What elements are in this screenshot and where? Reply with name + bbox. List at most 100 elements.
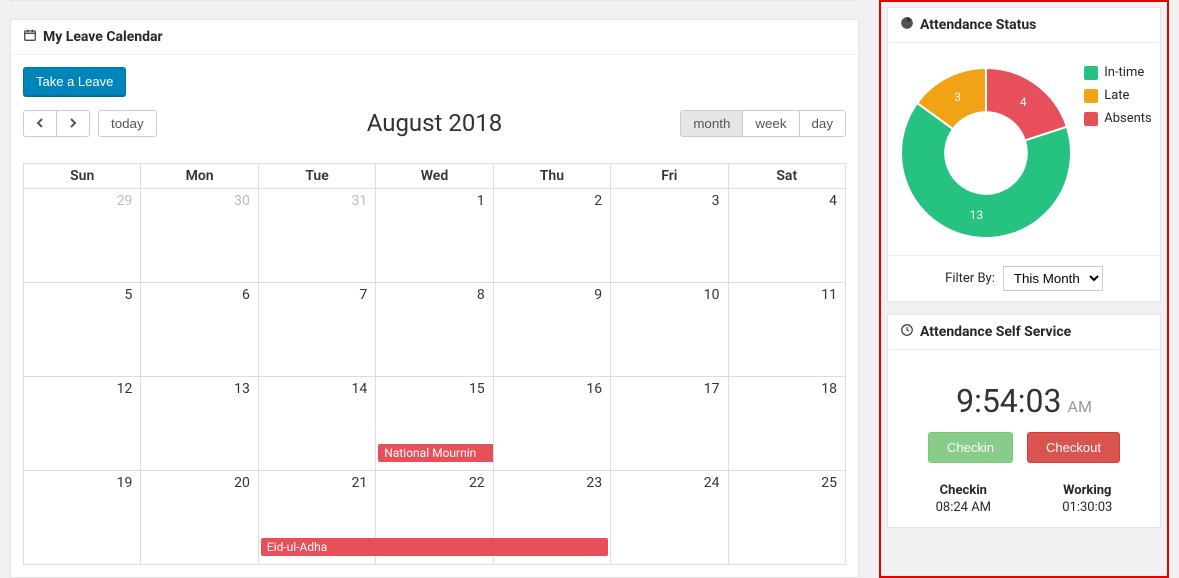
- event-eid-ul-adha[interactable]: [493, 538, 608, 556]
- calendar-icon: [23, 28, 37, 46]
- dow-header: Mon: [141, 164, 258, 189]
- legend-intime: In-time: [1084, 65, 1152, 80]
- leave-calendar-panel: My Leave Calendar Take a Leave today mon…: [10, 19, 859, 578]
- calendar-cell[interactable]: 9: [493, 283, 610, 377]
- filter-row: Filter By: This Month: [888, 255, 1160, 301]
- view-month-button[interactable]: month: [681, 111, 743, 136]
- calendar-cell[interactable]: 12: [24, 377, 141, 471]
- day-number: 18: [821, 381, 837, 397]
- self-service-header: Attendance Self Service: [888, 315, 1160, 350]
- clock-ampm: AM: [1068, 397, 1092, 416]
- day-number: 24: [704, 475, 720, 491]
- day-number: 23: [586, 475, 602, 491]
- dow-header: Fri: [611, 164, 728, 189]
- self-service-title: Attendance Self Service: [920, 324, 1071, 340]
- calendar-cell[interactable]: 24: [611, 471, 728, 565]
- calendar-cell[interactable]: 15 National Mournin: [376, 377, 493, 471]
- view-week-button[interactable]: week: [743, 111, 799, 136]
- event-eid-ul-adha[interactable]: Eid-ul-Adha: [261, 538, 375, 556]
- calendar-cell[interactable]: 8: [376, 283, 493, 377]
- day-number: 5: [125, 287, 133, 303]
- checkin-button[interactable]: Checkin: [928, 432, 1013, 463]
- clock-time: 9:54:03: [956, 382, 1061, 420]
- chart-slice-label: 3: [954, 90, 961, 104]
- day-number: 2: [594, 193, 602, 209]
- calendar-cell[interactable]: 11: [728, 283, 845, 377]
- day-number: 29: [117, 193, 133, 209]
- day-number: 11: [821, 287, 837, 303]
- stat-checkin: Checkin 08:24 AM: [936, 483, 991, 515]
- take-leave-button[interactable]: Take a Leave: [23, 67, 126, 96]
- event-eid-ul-adha[interactable]: [375, 538, 493, 556]
- calendar-cell[interactable]: 22: [376, 471, 493, 565]
- calendar-grid: SunMonTueWedThuFriSat 293031123456789101…: [23, 163, 846, 565]
- dow-header: Wed: [376, 164, 493, 189]
- calendar-cell[interactable]: 19: [24, 471, 141, 565]
- calendar-cell[interactable]: 29: [24, 189, 141, 283]
- day-number: 10: [704, 287, 720, 303]
- day-number: 21: [352, 475, 368, 491]
- calendar-cell[interactable]: 10: [611, 283, 728, 377]
- day-number: 1: [477, 193, 485, 209]
- event-national-mourning[interactable]: National Mournin: [378, 444, 492, 462]
- clock-icon: [900, 323, 914, 341]
- attendance-donut-chart: 1334: [896, 63, 1076, 243]
- day-number: 15: [469, 381, 485, 397]
- pie-chart-icon: [900, 16, 914, 34]
- checkout-button[interactable]: Checkout: [1027, 432, 1120, 463]
- calendar-cell[interactable]: 2: [493, 189, 610, 283]
- day-number: 8: [477, 287, 485, 303]
- calendar-cell[interactable]: 16: [493, 377, 610, 471]
- filter-label: Filter By:: [945, 271, 995, 286]
- day-number: 20: [234, 475, 250, 491]
- chart-legend: In-time Late Absents: [1084, 65, 1152, 126]
- calendar-cell[interactable]: 14: [258, 377, 375, 471]
- view-group: month week day: [680, 110, 846, 137]
- day-number: 9: [594, 287, 602, 303]
- calendar-cell[interactable]: 30: [141, 189, 258, 283]
- legend-late: Late: [1084, 88, 1152, 103]
- filter-select[interactable]: This Month: [1003, 266, 1103, 291]
- dow-header: Sun: [24, 164, 141, 189]
- calendar-cell[interactable]: 3: [611, 189, 728, 283]
- day-number: 19: [117, 475, 133, 491]
- today-button[interactable]: today: [98, 110, 157, 137]
- day-number: 7: [359, 287, 367, 303]
- calendar-cell[interactable]: 31: [258, 189, 375, 283]
- dow-header: Sat: [728, 164, 845, 189]
- calendar-cell[interactable]: 1: [376, 189, 493, 283]
- calendar-cell[interactable]: 13: [141, 377, 258, 471]
- calendar-cell[interactable]: 4: [728, 189, 845, 283]
- day-number: 30: [234, 193, 250, 209]
- leave-panel-title: My Leave Calendar: [43, 29, 163, 45]
- legend-absents: Absents: [1084, 111, 1152, 126]
- dow-header: Tue: [258, 164, 375, 189]
- view-day-button[interactable]: day: [800, 111, 846, 136]
- day-number: 22: [469, 475, 485, 491]
- nav-group: [23, 110, 90, 137]
- dow-header: Thu: [493, 164, 610, 189]
- calendar-cell[interactable]: 23: [493, 471, 610, 565]
- calendar-cell[interactable]: 21 Eid-ul-Adha: [258, 471, 375, 565]
- day-number: 17: [704, 381, 720, 397]
- day-number: 31: [352, 193, 368, 209]
- next-button[interactable]: [57, 111, 89, 136]
- calendar-cell[interactable]: 6: [141, 283, 258, 377]
- leave-panel-header: My Leave Calendar: [11, 20, 858, 55]
- self-service-panel: Attendance Self Service 9:54:03 AM Checki…: [887, 314, 1161, 528]
- day-number: 13: [234, 381, 250, 397]
- calendar-cell[interactable]: 18: [728, 377, 845, 471]
- calendar-cell[interactable]: 7: [258, 283, 375, 377]
- prev-button[interactable]: [24, 111, 57, 136]
- calendar-cell[interactable]: 17: [611, 377, 728, 471]
- day-number: 14: [352, 381, 368, 397]
- calendar-cell[interactable]: 20: [141, 471, 258, 565]
- chart-slice-label: 13: [970, 208, 984, 222]
- day-number: 4: [829, 193, 837, 209]
- calendar-cell[interactable]: 25: [728, 471, 845, 565]
- attendance-status-header: Attendance Status: [888, 8, 1160, 43]
- day-number: 3: [712, 193, 720, 209]
- day-number: 16: [586, 381, 602, 397]
- calendar-cell[interactable]: 5: [24, 283, 141, 377]
- stat-working: Working 01:30:03: [1062, 483, 1112, 515]
